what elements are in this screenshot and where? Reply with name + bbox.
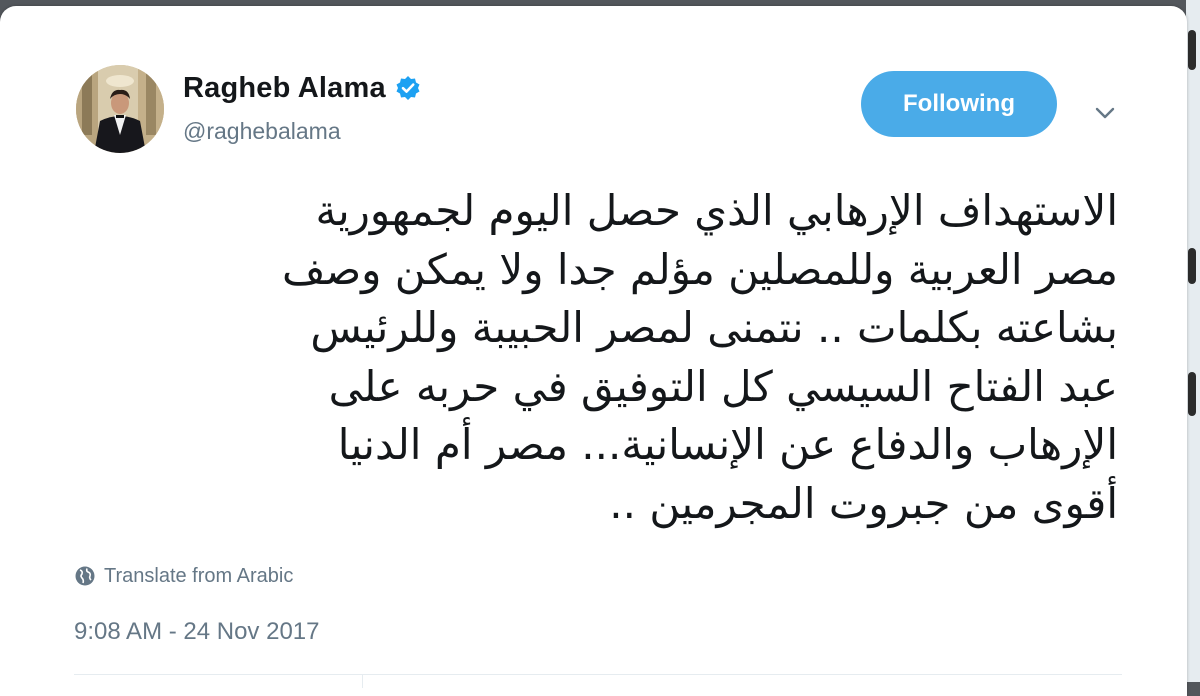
backdrop-edge-mark	[1188, 248, 1196, 284]
tweet-text-line: عبد الفتاح السيسي كل التوفيق في حربه على	[328, 361, 1118, 411]
author-name-row: Ragheb Alama	[183, 68, 421, 108]
backdrop-edge-mark	[1188, 372, 1196, 416]
divider	[74, 674, 1122, 675]
chevron-down-icon[interactable]	[1092, 100, 1118, 126]
translate-link[interactable]: Translate from Arabic	[74, 562, 293, 590]
following-button[interactable]: Following	[861, 71, 1057, 137]
page-backdrop-edge	[1186, 0, 1200, 682]
tweet-card: Ragheb Alama @raghebalama Following الاس…	[0, 6, 1187, 696]
tweet-text-line: الاستهداف الإرهابي الذي حصل اليوم لجمهور…	[315, 186, 1118, 235]
globe-icon	[75, 566, 95, 586]
author-display-name[interactable]: Ragheb Alama	[183, 72, 386, 105]
verified-badge-icon	[395, 75, 421, 101]
avatar-photo	[76, 65, 164, 153]
tweet-text-line: بشاعته بكلمات .. نتمنى لمصر الحبيبة وللر…	[310, 303, 1118, 352]
tweet-timestamp[interactable]: 9:08 AM - 24 Nov 2017	[74, 618, 319, 646]
avatar[interactable]	[76, 65, 164, 153]
tweet-text-line: مصر العربية وللمصلين مؤلم جدا ولا يمكن و…	[282, 244, 1118, 294]
backdrop-edge-mark	[1188, 30, 1196, 70]
translate-label: Translate from Arabic	[104, 564, 294, 587]
tweet-text-line: أقوى من جبروت المجرمين ..	[609, 478, 1118, 528]
tweet-text-line: الإرهاب والدفاع عن الإنسانية... مصر أم ا…	[337, 420, 1118, 469]
author-handle[interactable]: @raghebalama	[183, 118, 341, 145]
divider	[362, 674, 363, 688]
tweet-text: الاستهداف الإرهابي الذي حصل اليوم لجمهور…	[84, 182, 1118, 533]
